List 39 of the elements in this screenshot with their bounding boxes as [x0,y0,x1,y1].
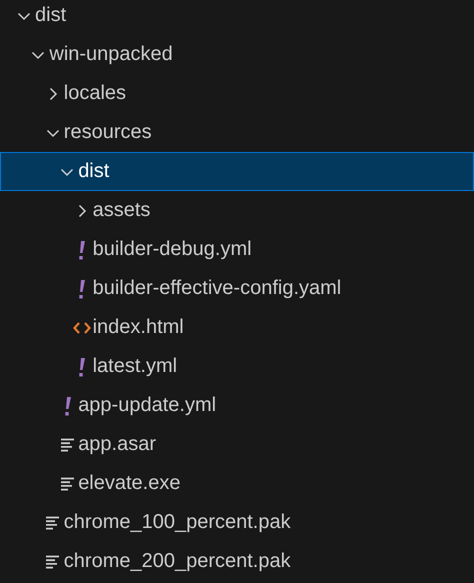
file-name: app-update.yml [78,394,216,417]
tree-item[interactable]: resources [0,113,474,152]
file-name: chrome_100_percent.pak [64,511,291,534]
file-name: dist [35,4,66,27]
tree-item[interactable]: app.asar [0,425,474,464]
tree-item[interactable]: win-unpacked [0,35,474,74]
file-name: dist [78,160,110,183]
tree-item[interactable]: assets [0,191,474,230]
file-name: chrome_200_percent.pak [64,550,291,573]
exclamation-icon [77,356,86,376]
tree-item[interactable]: app-update.yml [0,386,474,425]
exclamation-icon [62,396,72,416]
tree-item[interactable]: latest.yml [0,347,474,386]
file-name: latest.yml [92,355,178,378]
exclamation-icon [77,278,86,298]
file-name: builder-debug.yml [92,238,252,261]
file-name: assets [92,199,150,222]
file-name: win-unpacked [49,43,173,66]
tree-item[interactable]: dist [0,152,474,191]
file-name: elevate.exe [78,472,180,495]
tree-item[interactable]: index.html [0,308,474,347]
text-lines-icon [45,554,60,568]
code-brackets-icon [72,322,91,334]
file-name: builder-effective-config.yaml [92,277,342,300]
tree-item[interactable]: elevate.exe [0,464,474,503]
exclamation-icon [77,240,86,260]
file-name: app.asar [78,433,156,456]
tree-item[interactable]: chrome_200_percent.pak [0,542,474,581]
tree-item[interactable]: locales [0,74,474,113]
tree-item[interactable]: builder-effective-config.yaml [0,269,474,308]
text-lines-icon [60,476,75,490]
tree-item[interactable]: dist [0,0,474,35]
file-name: locales [64,82,126,105]
tree-item[interactable]: builder-debug.yml [0,230,474,269]
file-name: index.html [92,316,184,339]
text-lines-icon [60,438,75,452]
tree-item[interactable]: chrome_100_percent.pak [0,503,474,542]
text-lines-icon [45,516,60,530]
file-name: resources [64,121,152,144]
